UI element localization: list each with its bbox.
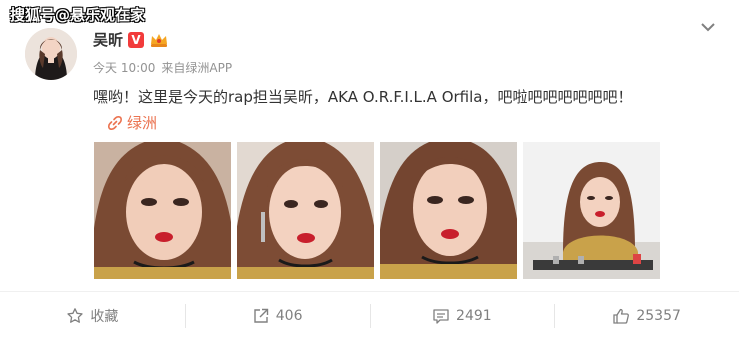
member-crown-icon <box>149 32 169 48</box>
watermark-text: 搜狐号@悬乐观在家 <box>10 6 146 24</box>
photo-grid <box>94 142 660 279</box>
post-photo[interactable] <box>523 142 660 279</box>
comment-icon <box>433 308 449 324</box>
location-link[interactable]: 绿洲 <box>107 112 157 133</box>
chevron-down-icon[interactable] <box>699 18 717 36</box>
star-icon <box>67 307 84 323</box>
action-bar: 收藏 406 2491 25357 <box>0 292 739 339</box>
username[interactable]: 吴昕 <box>93 29 123 50</box>
share-count: 406 <box>275 307 303 324</box>
post-meta: 今天 10:00 来自 绿洲APP <box>93 59 232 76</box>
comment-button[interactable]: 2491 <box>369 292 555 339</box>
favorite-button[interactable]: 收藏 <box>0 292 185 339</box>
avatar[interactable] <box>25 28 77 80</box>
post-photo[interactable] <box>237 142 374 279</box>
post-source[interactable]: 绿洲APP <box>185 59 232 76</box>
post-timestamp[interactable]: 今天 10:00 <box>93 59 155 76</box>
like-button[interactable]: 25357 <box>554 292 739 339</box>
comment-count: 2491 <box>456 307 492 324</box>
post-author[interactable]: 吴昕 V <box>93 29 169 50</box>
share-button[interactable]: 406 <box>184 292 370 339</box>
post-photo[interactable] <box>94 142 231 279</box>
thumbs-up-icon <box>613 308 630 324</box>
favorite-label: 收藏 <box>90 308 119 325</box>
location-label[interactable]: 绿洲 <box>127 112 157 133</box>
link-icon <box>108 115 122 130</box>
verified-badge-icon: V <box>128 31 145 48</box>
post-text: 嘿哟！这里是今天的rap担当吴昕，AKA O.R.F.I.L.A Orfila，… <box>93 88 633 106</box>
source-prefix: 来自 <box>161 61 186 75</box>
share-icon <box>254 308 268 323</box>
post-photo[interactable] <box>380 142 517 279</box>
like-count: 25357 <box>636 307 681 324</box>
